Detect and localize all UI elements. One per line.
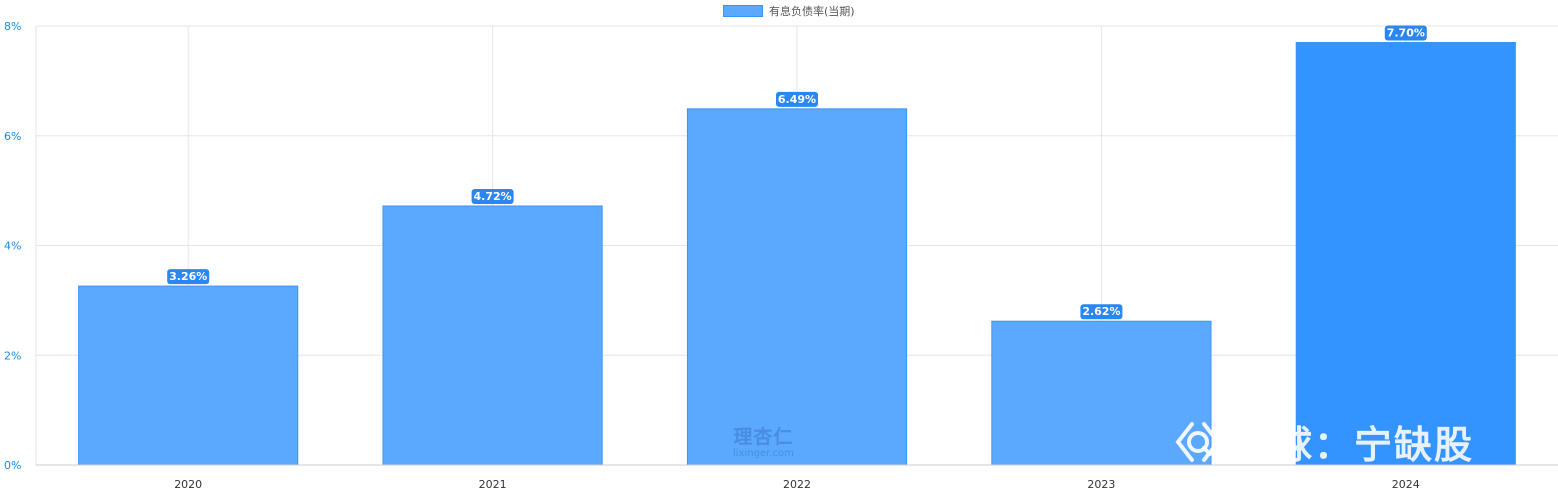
x-tick-label: 2022 <box>783 478 811 491</box>
bar-2024 <box>1295 41 1516 466</box>
legend-label: 有息负债率(当期) <box>769 5 855 18</box>
y-tick-label: 0% <box>4 459 21 472</box>
bar-2020 <box>78 285 299 466</box>
x-tick-label: 2020 <box>174 478 202 491</box>
bar-2021 <box>382 205 603 466</box>
legend-swatch <box>723 5 763 17</box>
y-tick-label: 2% <box>4 349 21 362</box>
x-tick-label: 2023 <box>1087 478 1115 491</box>
y-tick-label: 8% <box>4 20 21 33</box>
legend[interactable]: 有息负债率(当期) <box>723 3 855 19</box>
xueqiu-watermark: 雪球：宁缺股 <box>1172 414 1474 469</box>
lixinger-watermark-zh: 理杏仁 <box>733 426 794 448</box>
y-tick-label: 4% <box>4 240 21 253</box>
data-label: 3.26% <box>169 270 207 283</box>
xueqiu-watermark-text: 雪球：宁缺股 <box>1234 423 1475 467</box>
data-label: 4.72% <box>474 190 512 203</box>
x-tick-label: 2024 <box>1392 478 1420 491</box>
lixinger-watermark: 理杏仁 lixinger.com <box>733 422 794 459</box>
data-label: 2.62% <box>1082 305 1120 318</box>
data-label: 7.70% <box>1387 26 1425 39</box>
y-tick-label: 6% <box>4 130 21 143</box>
lixinger-watermark-en: lixinger.com <box>733 448 794 459</box>
bar-2022 <box>686 108 908 466</box>
data-label: 6.49% <box>778 93 816 106</box>
xueqiu-logo-icon <box>1175 421 1221 462</box>
x-tick-label: 2021 <box>479 478 507 491</box>
